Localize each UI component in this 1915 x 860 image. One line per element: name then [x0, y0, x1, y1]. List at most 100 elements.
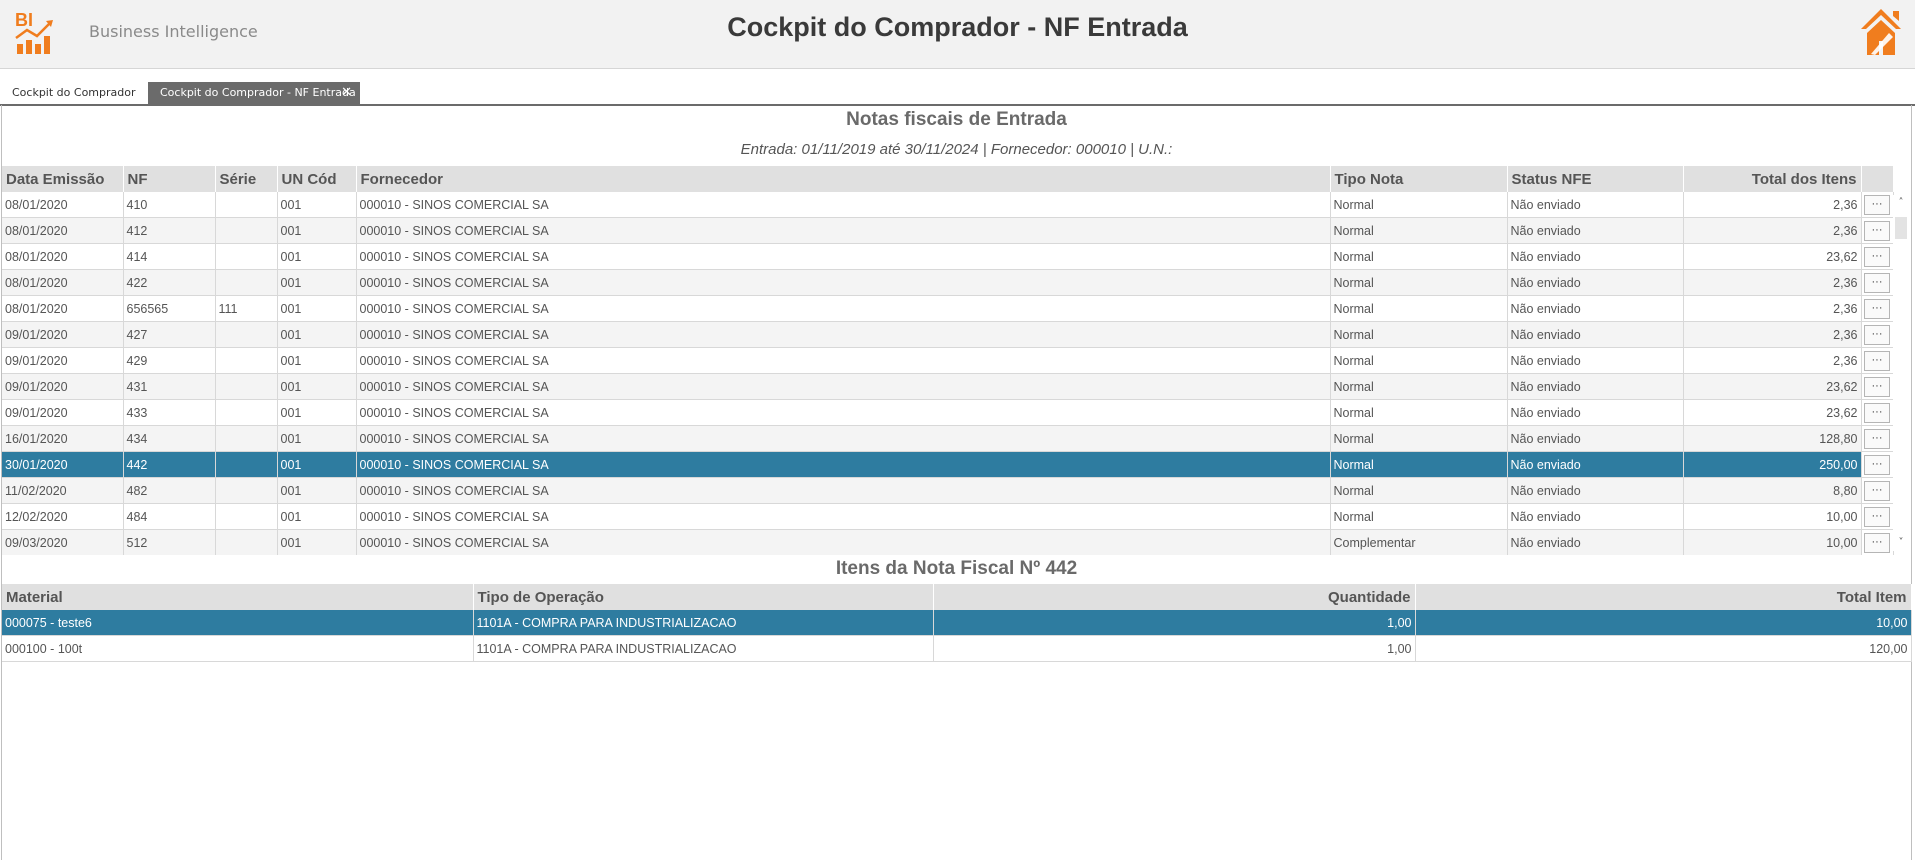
col-fornecedor-cell: 000010 - SINOS COMERCIAL SA [356, 503, 1331, 530]
nf-scrollbar[interactable]: ˄ ˅ [1893, 195, 1909, 551]
app-header: BI Business Intelligence Cockpit do Comp… [0, 0, 1915, 69]
col-total-itens-cell: 2,36 [1683, 217, 1862, 244]
home-icon[interactable] [1859, 7, 1903, 57]
nf-table-row[interactable]: 08/01/2020 412 001 000010 - SINOS COMERCIAL… [2, 217, 1894, 244]
col-data-emissao-cell: 09/03/2020 [2, 529, 124, 555]
col-nf-cell: 410 [123, 192, 216, 218]
row-actions-cell: ··· [1861, 451, 1894, 478]
col-tipo-nota-cell: Normal [1330, 425, 1508, 452]
col-status-nfe-cell: Não enviado [1507, 529, 1684, 555]
col-nf-cell: 442 [123, 451, 216, 478]
close-icon[interactable]: ✕ [341, 82, 352, 104]
more-options-button[interactable]: ··· [1864, 532, 1890, 553]
items-table-row[interactable]: 000075 - teste6 1101A - COMPRA PARA INDUS… [2, 610, 1912, 636]
more-options-button[interactable]: ··· [1864, 402, 1890, 423]
nf-table-row[interactable]: 12/02/2020 484 001 000010 - SINOS COMERCIAL… [2, 503, 1894, 530]
scroll-down-icon[interactable]: ˅ [1893, 537, 1909, 551]
col-data-emissao-cell: 09/01/2020 [2, 347, 124, 374]
nf-table-row[interactable]: 09/01/2020 427 001 000010 - SINOS COMERCIAL… [2, 321, 1894, 348]
col-data-emissao-cell: 11/02/2020 [2, 477, 124, 504]
row-actions-cell: ··· [1861, 529, 1894, 555]
col-nf-cell: 422 [123, 269, 216, 296]
col-serie-cell [215, 217, 278, 244]
col-nf-cell: 482 [123, 477, 216, 504]
col-serie-cell [215, 373, 278, 400]
col-total-itens-cell: 8,80 [1683, 477, 1862, 504]
col-quantidade-cell: 1,00 [933, 635, 1416, 662]
nf-table-row[interactable]: 08/01/2020 410 001 000010 - SINOS COMERCIAL… [2, 192, 1894, 218]
col-total-item-header[interactable]: Total Item [1415, 584, 1912, 610]
col-tipo-nota-cell: Normal [1330, 192, 1508, 218]
col-un-cod-header[interactable]: UN Cód [277, 166, 357, 192]
col-nf-cell: 484 [123, 503, 216, 530]
col-serie-cell [215, 192, 278, 218]
col-un-cod-cell: 001 [277, 347, 357, 374]
col-fornecedor-cell: 000010 - SINOS COMERCIAL SA [356, 477, 1331, 504]
nf-table-row[interactable]: 08/01/2020 656565 111 001 000010 - SINOS COM… [2, 295, 1894, 322]
col-tipo-nota-cell: Normal [1330, 321, 1508, 348]
col-serie-header[interactable]: Série [215, 166, 278, 192]
more-options-button[interactable]: ··· [1864, 194, 1890, 215]
col-un-cod-cell: 001 [277, 243, 357, 270]
col-tipo-nota-header[interactable]: Tipo Nota [1330, 166, 1508, 192]
col-material-header[interactable]: Material [2, 584, 474, 610]
col-quantidade-header[interactable]: Quantidade [933, 584, 1416, 610]
scroll-up-icon[interactable]: ˄ [1893, 197, 1909, 211]
nf-table-row[interactable]: 08/01/2020 414 001 000010 - SINOS COMERCIAL… [2, 243, 1894, 270]
col-fornecedor-cell: 000010 - SINOS COMERCIAL SA [356, 321, 1331, 348]
scroll-thumb[interactable] [1895, 217, 1907, 239]
col-status-nfe-cell: Não enviado [1507, 217, 1684, 244]
col-material-cell: 000100 - 100t [2, 635, 474, 662]
col-status-nfe-cell: Não enviado [1507, 503, 1684, 530]
nf-table-row[interactable]: 09/01/2020 433 001 000010 - SINOS COMERCIAL… [2, 399, 1894, 426]
nf-table-row[interactable]: 09/03/2020 512 001 000010 - SINOS COMERCIAL… [2, 529, 1894, 555]
col-nf-cell: 656565 [123, 295, 216, 322]
col-tipo-operacao-header[interactable]: Tipo de Operação [473, 584, 934, 610]
col-fornecedor-cell: 000010 - SINOS COMERCIAL SA [356, 373, 1331, 400]
tab-cockpit-comprador[interactable]: Cockpit do Comprador [0, 82, 148, 104]
row-actions-cell: ··· [1861, 425, 1894, 452]
col-nf-cell: 431 [123, 373, 216, 400]
col-status-nfe-cell: Não enviado [1507, 321, 1684, 348]
col-total-itens-header[interactable]: Total dos Itens [1683, 166, 1862, 192]
more-options-button[interactable]: ··· [1864, 324, 1890, 345]
nf-table-row[interactable]: 09/01/2020 429 001 000010 - SINOS COMERCIAL… [2, 347, 1894, 374]
col-status-nfe-cell: Não enviado [1507, 477, 1684, 504]
col-un-cod-cell: 001 [277, 373, 357, 400]
col-serie-cell [215, 321, 278, 348]
tab-cockpit-nf-entrada[interactable]: Cockpit do Comprador - NF Entrada ✕ [148, 82, 360, 104]
more-options-button[interactable]: ··· [1864, 298, 1890, 319]
more-options-button[interactable]: ··· [1864, 480, 1890, 501]
more-options-button[interactable]: ··· [1864, 506, 1890, 527]
more-options-button[interactable]: ··· [1864, 272, 1890, 293]
col-data-emissao-cell: 09/01/2020 [2, 373, 124, 400]
nf-table-row[interactable]: 11/02/2020 482 001 000010 - SINOS COMERCIAL… [2, 477, 1894, 504]
nf-table-row[interactable]: 08/01/2020 422 001 000010 - SINOS COMERCIAL… [2, 269, 1894, 296]
col-total-itens-cell: 128,80 [1683, 425, 1862, 452]
col-status-nfe-cell: Não enviado [1507, 295, 1684, 322]
nf-table-row[interactable]: 16/01/2020 434 001 000010 - SINOS COMERCIAL… [2, 425, 1894, 452]
content-frame: Notas fiscais de Entrada Entrada: 01/11/… [1, 105, 1912, 860]
more-options-button[interactable]: ··· [1864, 376, 1890, 397]
col-nf-header[interactable]: NF [123, 166, 216, 192]
col-serie-cell [215, 425, 278, 452]
tab-label: Cockpit do Comprador - NF Entrada [160, 86, 356, 99]
col-status-nfe-header[interactable]: Status NFE [1507, 166, 1684, 192]
col-tipo-operacao-cell: 1101A - COMPRA PARA INDUSTRIALIZACAO [473, 635, 934, 662]
col-status-nfe-cell: Não enviado [1507, 373, 1684, 400]
more-options-button[interactable]: ··· [1864, 350, 1890, 371]
items-table-row[interactable]: 000100 - 100t 1101A - COMPRA PARA INDUSTR… [2, 635, 1912, 662]
more-options-button[interactable]: ··· [1864, 454, 1890, 475]
col-data-emissao-header[interactable]: Data Emissão [2, 166, 124, 192]
col-status-nfe-cell: Não enviado [1507, 243, 1684, 270]
more-options-button[interactable]: ··· [1864, 428, 1890, 449]
more-options-button[interactable]: ··· [1864, 220, 1890, 241]
nf-table-row[interactable]: 09/01/2020 431 001 000010 - SINOS COMERCIAL… [2, 373, 1894, 400]
col-fornecedor-header[interactable]: Fornecedor [356, 166, 1331, 192]
col-fornecedor-cell: 000010 - SINOS COMERCIAL SA [356, 295, 1331, 322]
more-options-button[interactable]: ··· [1864, 246, 1890, 267]
col-status-nfe-cell: Não enviado [1507, 399, 1684, 426]
nf-table-row[interactable]: 30/01/2020 442 001 000010 - SINOS COMERCIAL… [2, 451, 1894, 478]
col-status-nfe-cell: Não enviado [1507, 425, 1684, 452]
col-nf-cell: 512 [123, 529, 216, 555]
